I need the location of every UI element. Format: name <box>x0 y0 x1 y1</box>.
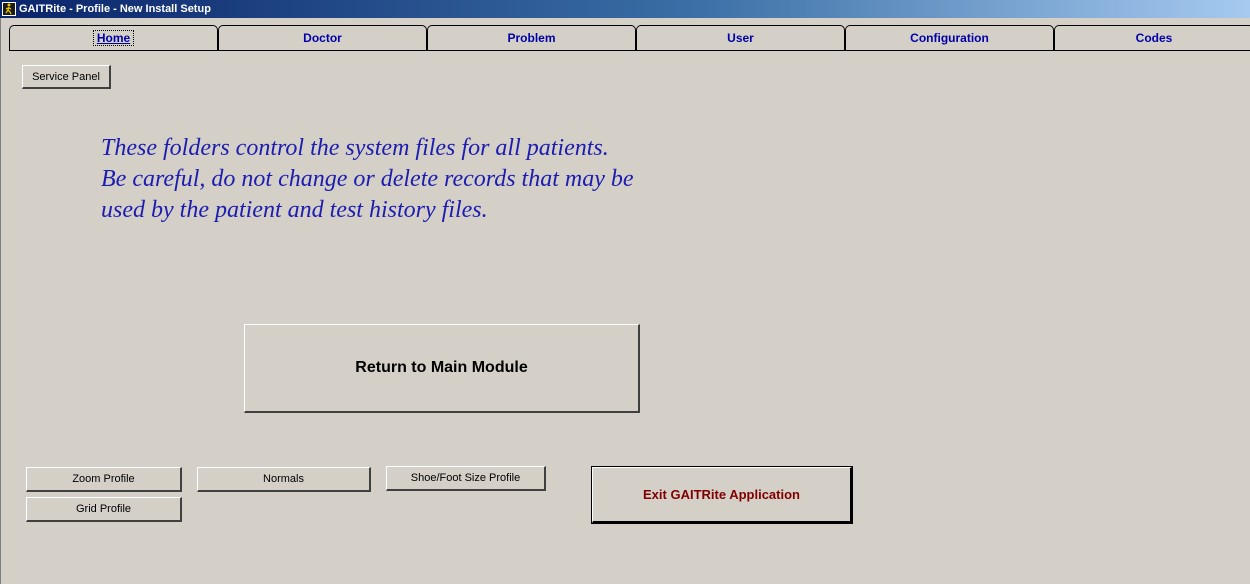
tab-doctor[interactable]: Doctor <box>218 25 427 50</box>
normals-button[interactable]: Normals <box>197 467 371 492</box>
app-window: GAITRite - Profile - New Install Setup H… <box>0 0 1250 584</box>
tab-home-label: Home <box>92 30 135 46</box>
service-panel-button[interactable]: Service Panel <box>22 65 111 89</box>
client-area: Home Doctor Problem User Configuration C… <box>0 18 1250 584</box>
grid-profile-button[interactable]: Grid Profile <box>26 497 182 522</box>
title-bar[interactable]: GAITRite - Profile - New Install Setup <box>0 0 1250 18</box>
exit-application-button[interactable]: Exit GAITRite Application <box>591 466 853 524</box>
return-to-main-module-button[interactable]: Return to Main Module <box>244 324 640 413</box>
warning-message: These folders control the system files f… <box>101 133 901 226</box>
shoe-foot-size-profile-button[interactable]: Shoe/Foot Size Profile <box>386 466 546 491</box>
tab-configuration[interactable]: Configuration <box>845 25 1054 50</box>
warning-line-1: These folders control the system files f… <box>101 135 609 161</box>
warning-line-2: Be careful, do not change or delete reco… <box>101 166 634 192</box>
tab-user-label: User <box>727 31 754 45</box>
tab-doctor-label: Doctor <box>303 31 342 45</box>
warning-line-3: used by the patient and test history fil… <box>101 197 488 223</box>
tab-strip: Home Doctor Problem User Configuration C… <box>9 25 1250 50</box>
gaitrite-app-icon[interactable] <box>2 2 16 16</box>
zoom-profile-button[interactable]: Zoom Profile <box>26 467 182 492</box>
tab-problem[interactable]: Problem <box>427 25 636 50</box>
tab-configuration-label: Configuration <box>910 31 989 45</box>
window-title: GAITRite - Profile - New Install Setup <box>19 3 211 15</box>
tab-home[interactable]: Home <box>9 25 218 50</box>
tab-problem-label: Problem <box>507 31 556 45</box>
tab-user[interactable]: User <box>636 25 845 50</box>
tab-codes-label: Codes <box>1135 31 1173 45</box>
tab-divider <box>9 50 1250 51</box>
tab-codes[interactable]: Codes <box>1054 25 1250 50</box>
